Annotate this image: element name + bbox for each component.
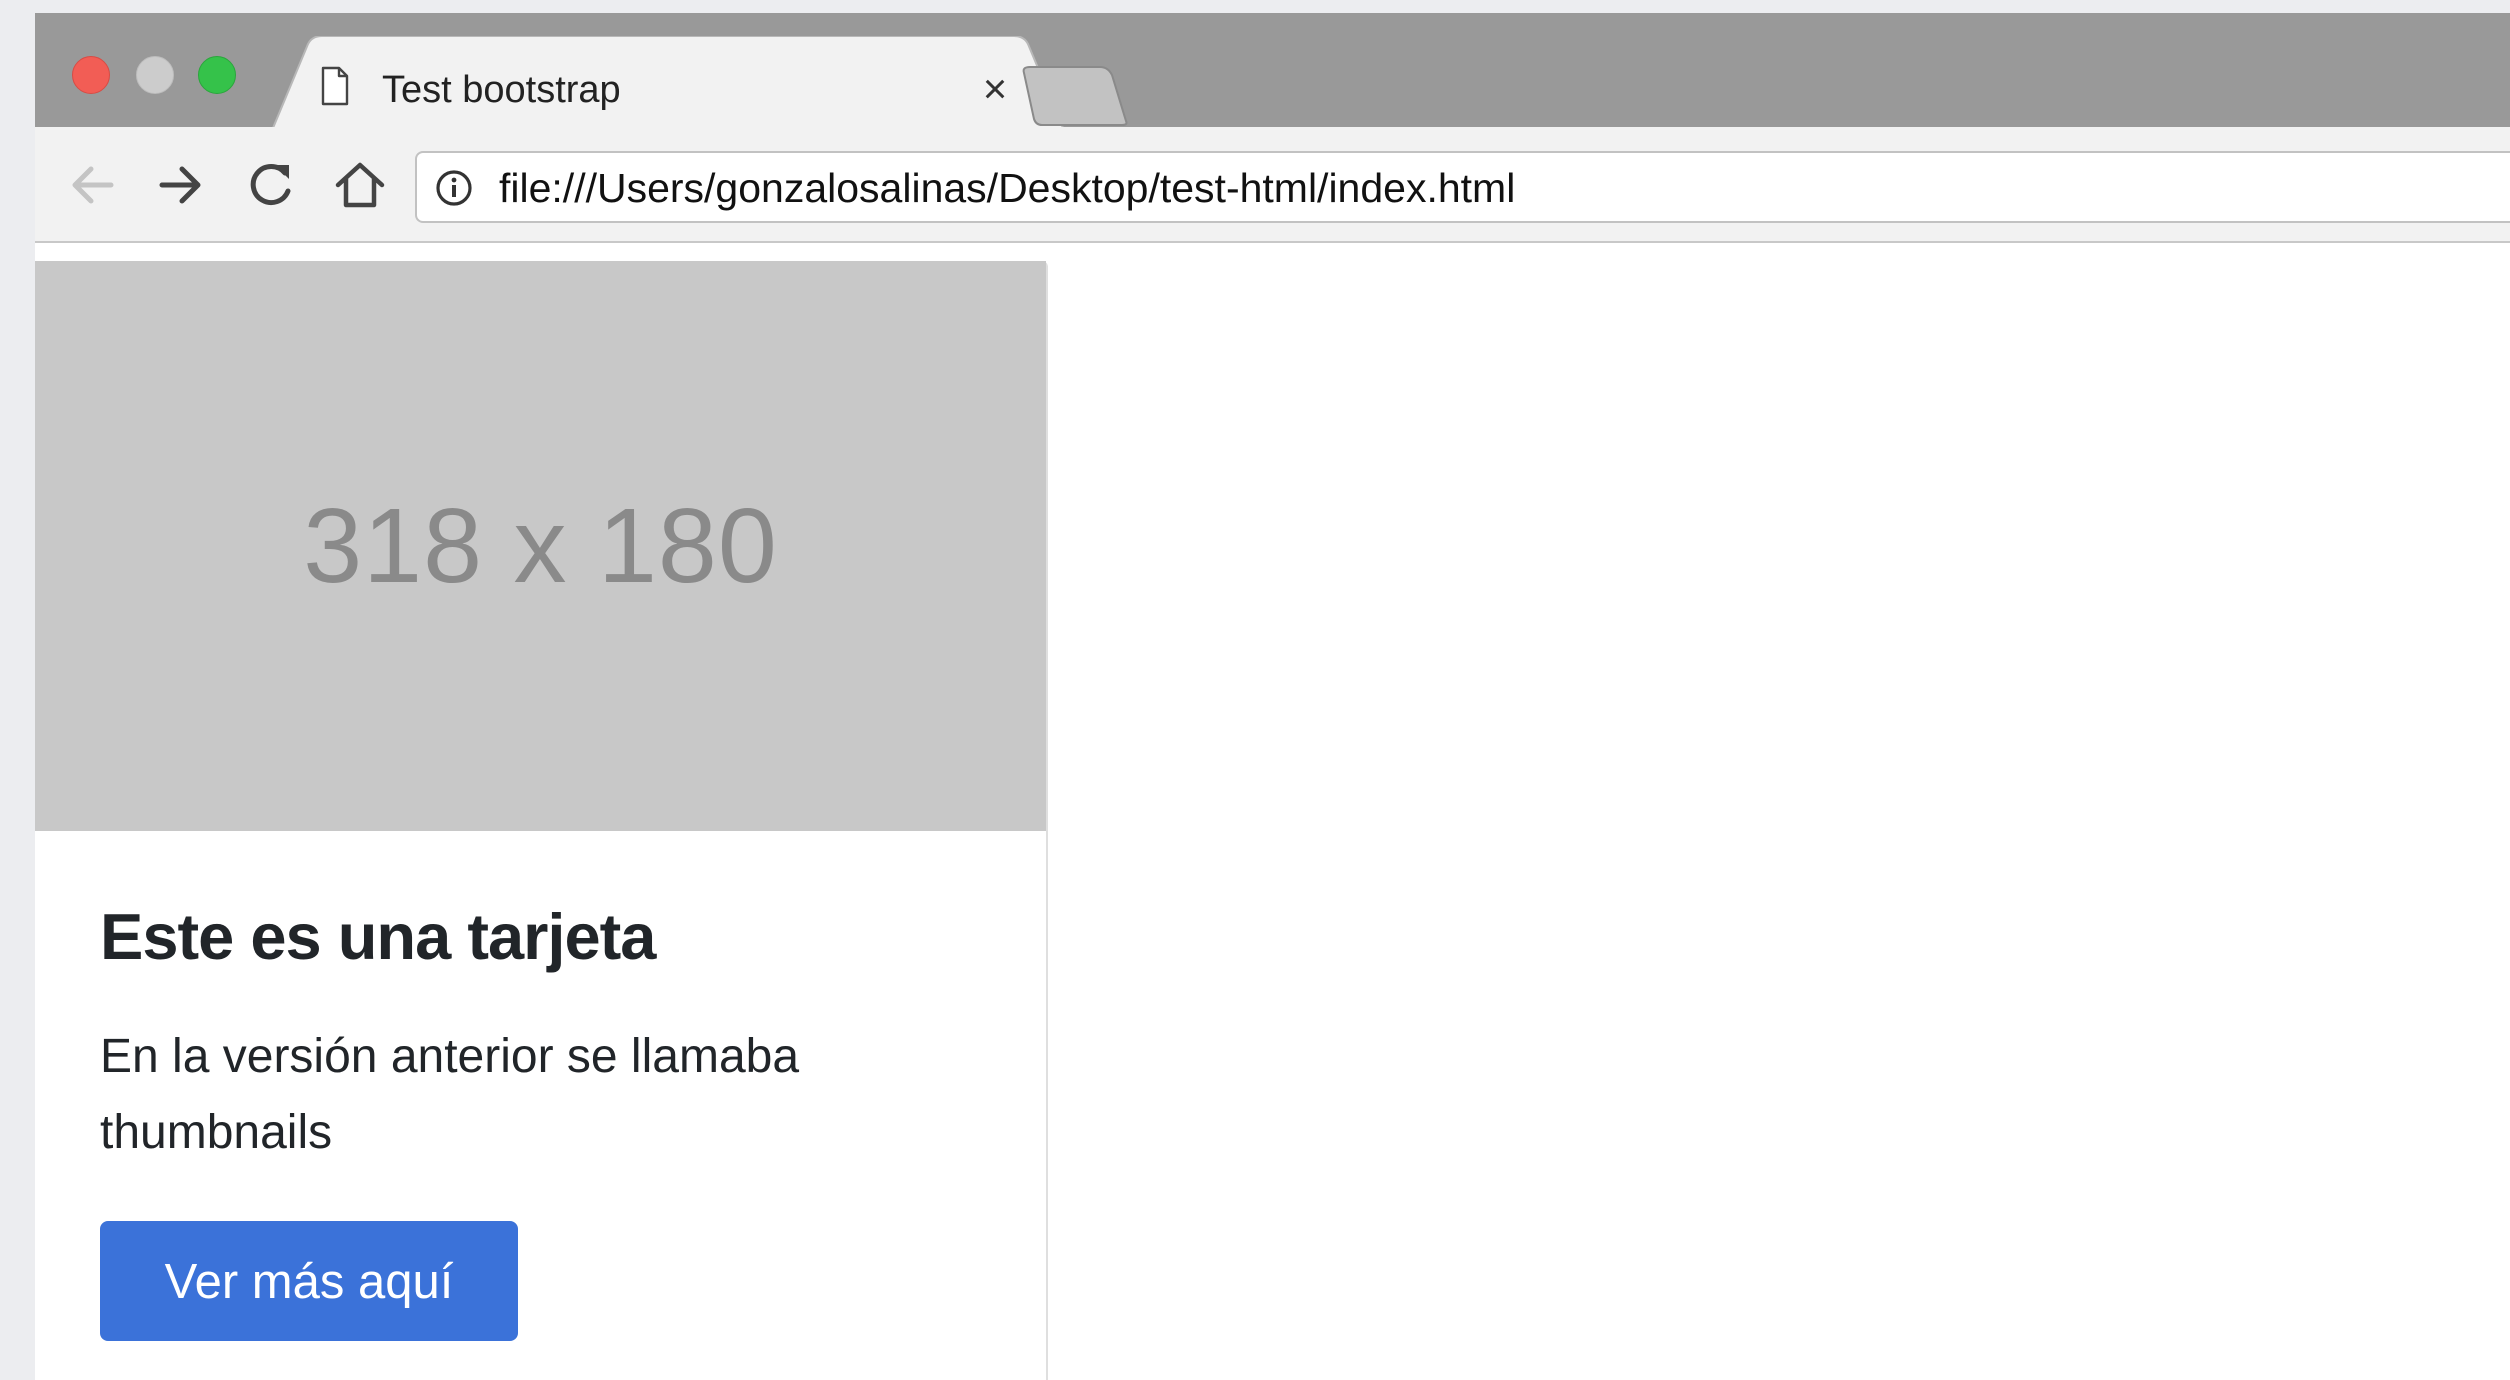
new-tab-icon[interactable] <box>1020 63 1130 127</box>
browser-toolbar: file:///Users/gonzalosalinas/Desktop/tes… <box>35 127 2510 243</box>
info-icon[interactable] <box>435 169 473 207</box>
window-maximize-button[interactable] <box>198 56 236 94</box>
tab-strip: Test bootstrap × <box>35 13 2510 140</box>
page-viewport: 318 x 180 Este es una tarjeta En la vers… <box>35 243 2510 1380</box>
page-icon <box>320 66 350 106</box>
address-bar[interactable]: file:///Users/gonzalosalinas/Desktop/tes… <box>415 151 2510 223</box>
tab-close-icon[interactable]: × <box>970 64 1020 114</box>
tab-title: Test bootstrap <box>382 69 621 111</box>
browser-window: Test bootstrap × file:///Users/gonzalosa… <box>35 13 2510 1380</box>
back-arrow-icon[interactable] <box>63 155 123 215</box>
card-image-placeholder: 318 x 180 <box>35 261 1046 831</box>
window-close-button[interactable] <box>72 56 110 94</box>
home-icon[interactable] <box>330 155 390 215</box>
reload-icon[interactable] <box>241 155 301 215</box>
ver-mas-button[interactable]: Ver más aquí <box>100 1221 518 1341</box>
forward-arrow-icon[interactable] <box>152 155 212 215</box>
tab-content: Test bootstrap × <box>320 58 1040 118</box>
window-minimize-button[interactable] <box>136 56 174 94</box>
card-text: En la versión anterior se llamaba thumbn… <box>100 1030 800 1159</box>
url-text[interactable]: file:///Users/gonzalosalinas/Desktop/tes… <box>499 165 1515 211</box>
image-placeholder-label: 318 x 180 <box>303 486 778 605</box>
card-title: Este es una tarjeta <box>100 900 656 973</box>
card: 318 x 180 Este es una tarjeta En la vers… <box>35 261 1048 1380</box>
